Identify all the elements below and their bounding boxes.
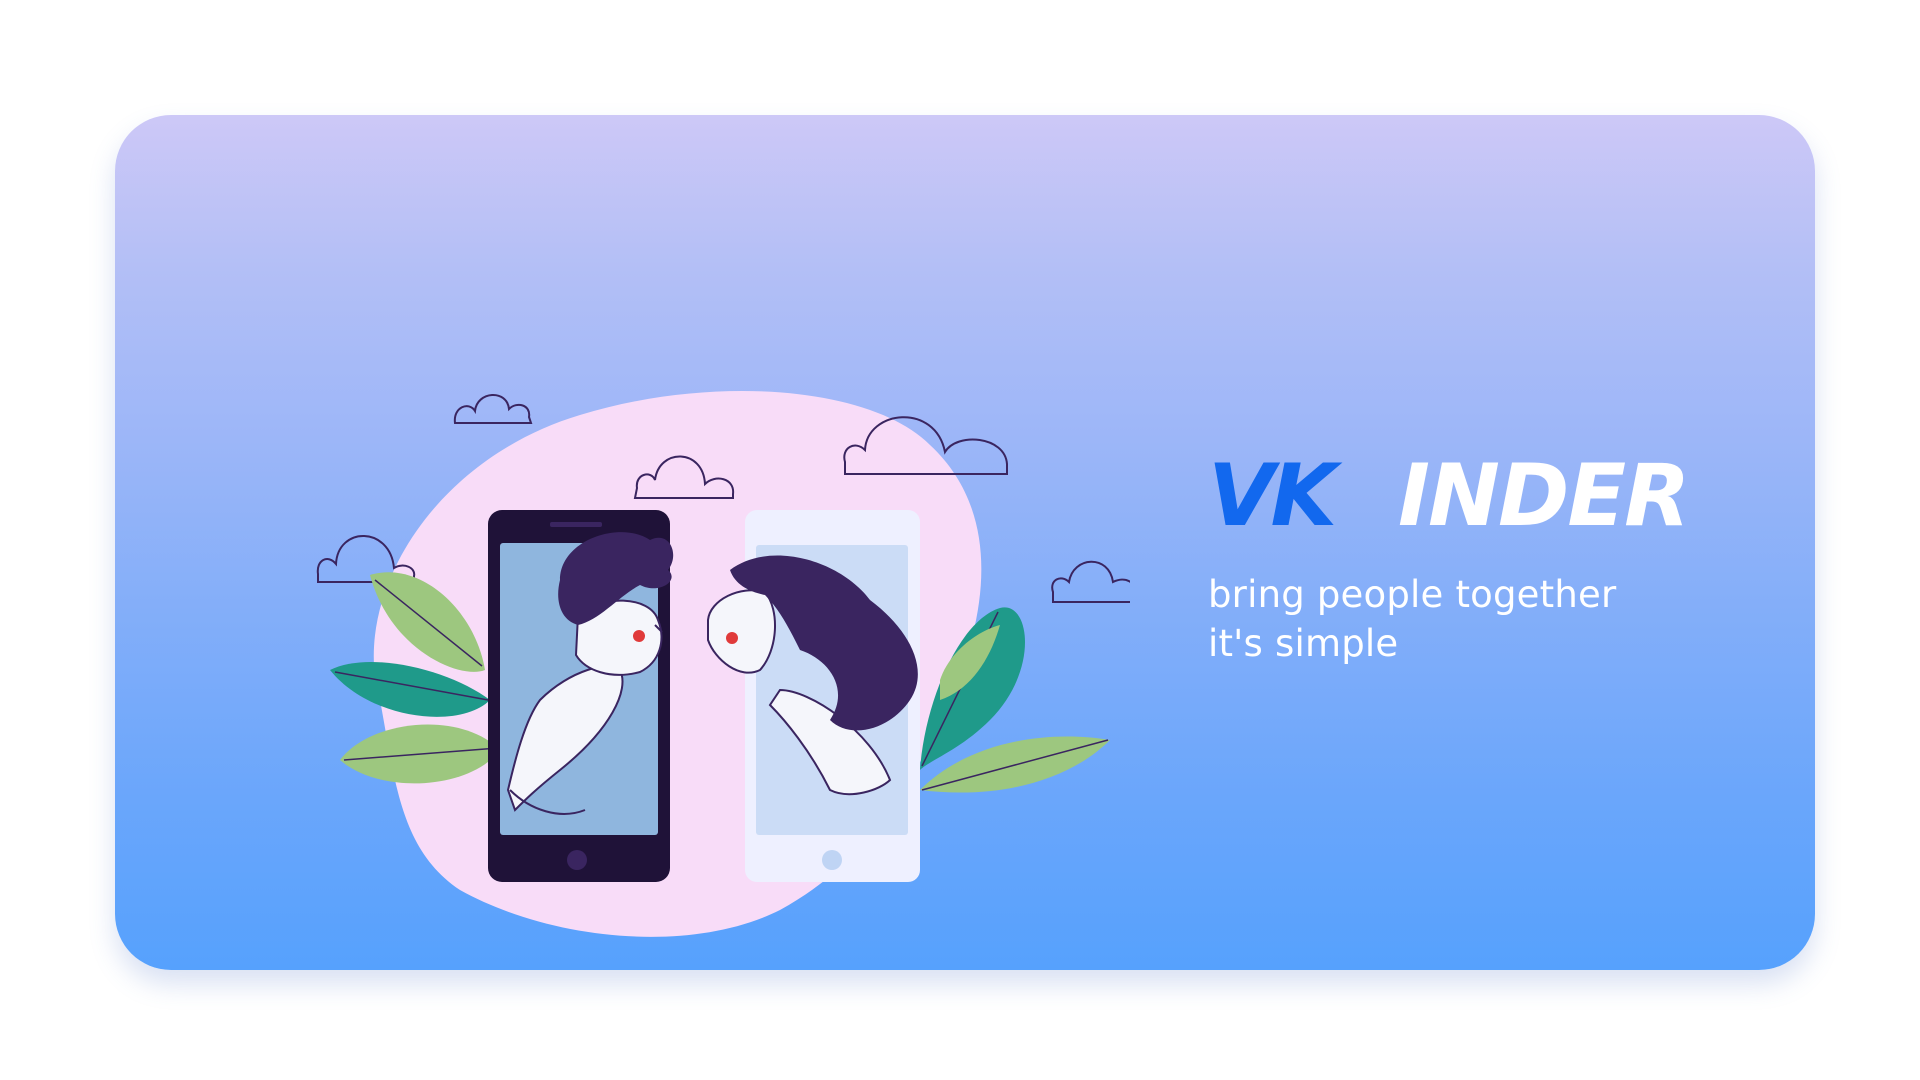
tagline-line-1: bring people together: [1208, 573, 1617, 616]
vkinder-logo: VK INDER: [1208, 455, 1815, 555]
tagline-line-2: it's simple: [1208, 622, 1399, 665]
hero-card: VK INDER bring people together it's simp…: [115, 115, 1815, 970]
logo-inder-part: INDER: [1398, 455, 1688, 546]
cloud-icon: [1051, 560, 1137, 603]
couple-kissing-illustration: [310, 370, 1137, 950]
tagline: bring people together it's simple: [1208, 570, 1616, 668]
logo-vk-part: VK: [1208, 455, 1343, 546]
cloud-icon: [453, 394, 533, 424]
